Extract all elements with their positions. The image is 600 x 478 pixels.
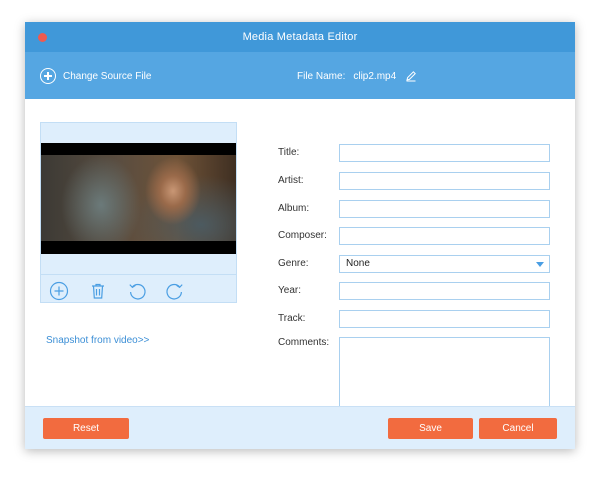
snapshot-from-video-link[interactable]: Snapshot from video>> [46,335,149,346]
metadata-editor-window: Media Metadata Editor Change Source File… [25,22,575,449]
rotate-right-icon [166,283,183,300]
main-content: Snapshot from video>> Title: Artist: Alb… [25,99,575,412]
year-input[interactable] [339,282,550,300]
save-button[interactable]: Save [388,418,473,439]
comments-label: Comments: [278,337,330,348]
add-circle-icon [40,68,56,84]
artist-input[interactable] [339,172,550,190]
add-icon [49,281,69,301]
file-name-value: clip2.mp4 [353,70,397,82]
album-label: Album: [278,203,310,214]
trash-icon [92,283,104,299]
genre-label: Genre: [278,258,309,269]
footer-bar: Reset Save Cancel [25,406,575,449]
rotate-left-icon [129,283,146,300]
edit-file-name-button[interactable] [405,70,417,82]
delete-image-button[interactable] [88,281,108,301]
album-input[interactable] [339,200,550,218]
video-preview-panel [40,122,237,303]
change-source-file-button[interactable]: Change Source File [40,66,151,86]
genre-dropdown[interactable]: None [339,255,550,273]
rotate-left-button[interactable] [127,281,147,301]
reset-button[interactable]: Reset [43,418,129,439]
artist-label: Artist: [278,175,304,186]
title-label: Title: [278,147,300,158]
change-source-file-label: Change Source File [63,70,152,82]
pencil-icon [406,71,417,82]
preview-toolbar [41,274,236,303]
video-thumbnail [41,155,236,241]
video-frame [41,143,236,254]
composer-label: Composer: [278,230,327,241]
cancel-button[interactable]: Cancel [479,418,557,439]
title-bar: Media Metadata Editor [25,22,575,52]
genre-selected-value: None [346,258,370,269]
track-input[interactable] [339,310,550,328]
title-input[interactable] [339,144,550,162]
comments-textarea[interactable] [339,337,550,412]
rotate-right-button[interactable] [165,281,185,301]
toolbar: Change Source File File Name: clip2.mp4 [25,52,575,99]
file-name-label: File Name: [297,70,346,82]
add-image-button[interactable] [49,281,69,301]
composer-input[interactable] [339,227,550,245]
year-label: Year: [278,285,301,296]
file-name-group: File Name: clip2.mp4 [297,68,417,84]
window-title: Media Metadata Editor [242,31,358,43]
track-label: Track: [278,313,306,324]
chevron-down-icon [536,262,544,267]
